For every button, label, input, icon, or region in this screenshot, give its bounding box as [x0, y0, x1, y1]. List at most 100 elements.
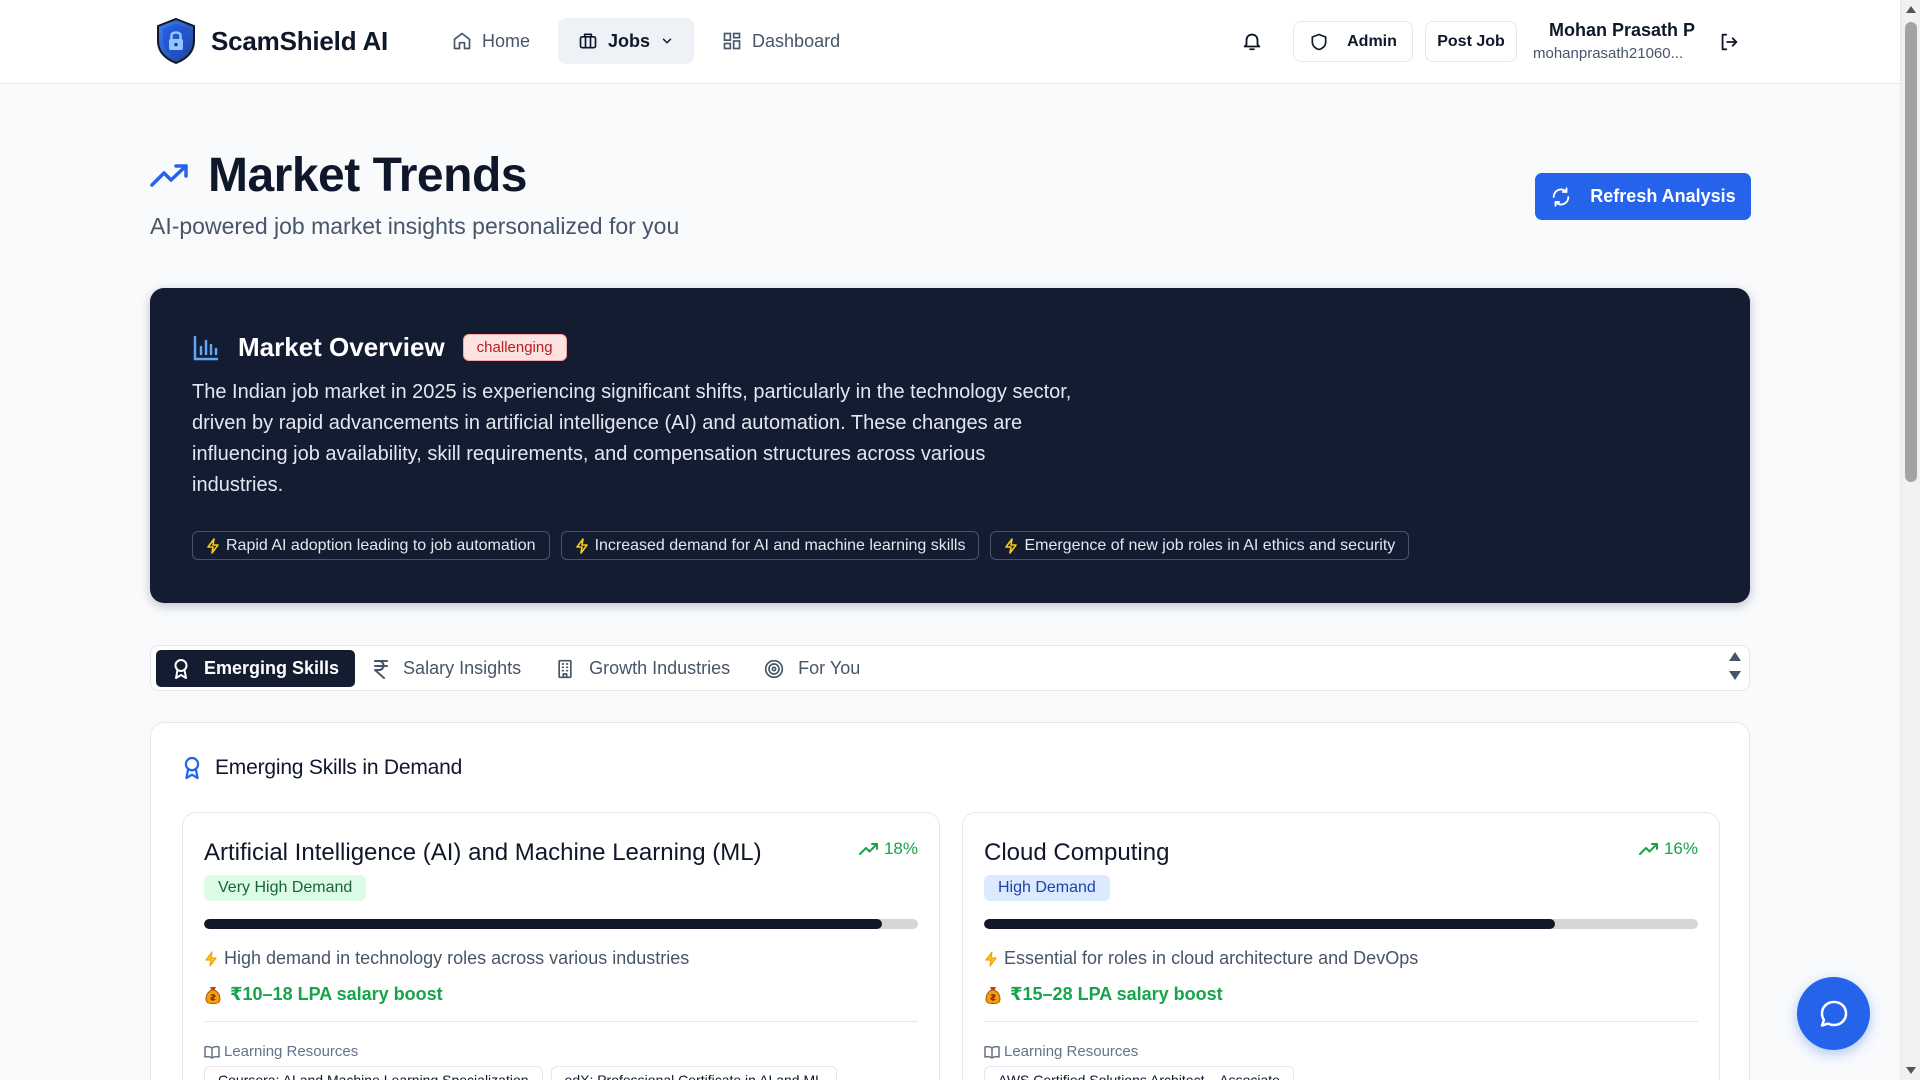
trending-up-icon — [858, 842, 879, 856]
post-job-button[interactable]: Post Job — [1425, 21, 1517, 62]
shield-logo-icon — [155, 17, 197, 65]
overview-tag: Rapid AI adoption leading to job automat… — [192, 531, 550, 560]
demand-progress-fill — [204, 919, 883, 929]
notifications-button[interactable] — [1241, 30, 1263, 52]
resource-list: Coursera: AI and Machine Learning Specia… — [204, 1066, 837, 1080]
nav-dashboard-label: Dashboard — [752, 30, 841, 51]
briefcase-icon — [578, 31, 598, 51]
chevron-down-icon — [660, 34, 674, 48]
resource-list: AWS Certified Solutions Architect – Asso… — [984, 1066, 1294, 1080]
overview-tag-label: Increased demand for AI and machine lear… — [594, 536, 966, 554]
award-icon — [182, 755, 202, 781]
page-title: Market Trends — [208, 149, 527, 202]
trending-up-icon — [150, 161, 190, 191]
salary-boost-text: ₹15–28 LPA salary boost — [1010, 984, 1223, 1004]
tab-label: For You — [798, 658, 861, 678]
skills-title: Emerging Skills in Demand — [215, 756, 463, 779]
tab-emerging-skills[interactable]: Emerging Skills — [156, 650, 356, 687]
brand[interactable]: ScamShield AI — [155, 17, 388, 65]
skill-description: High demand in technology roles across v… — [204, 948, 689, 969]
overview-tags: Rapid AI adoption leading to job automat… — [192, 531, 1410, 560]
demand-progress-fill — [984, 919, 1556, 929]
scroll-up-arrow[interactable] — [1906, 6, 1916, 13]
resource-link[interactable]: AWS Certified Solutions Architect – Asso… — [984, 1066, 1294, 1080]
nav-jobs[interactable]: Jobs — [558, 18, 695, 64]
tab-scroll-down[interactable] — [1729, 671, 1741, 680]
skill-description: Essential for roles in cloud architectur… — [984, 948, 1418, 969]
skill-title: Artificial Intelligence (AI) and Machine… — [204, 839, 762, 866]
demand-badge: Very High Demand — [204, 875, 367, 901]
bar-chart-icon — [192, 334, 220, 362]
lightning-icon — [1004, 537, 1018, 554]
refresh-icon — [1550, 186, 1572, 208]
post-job-label: Post Job — [1437, 32, 1505, 50]
tab-label: Emerging Skills — [204, 658, 340, 678]
tab-scroll-up[interactable] — [1729, 652, 1741, 661]
chat-bubble-icon — [1818, 998, 1850, 1030]
chat-assistant-button[interactable] — [1797, 977, 1870, 1050]
overview-title: Market Overview — [238, 332, 445, 362]
demand-progress-bar — [984, 919, 1698, 929]
overview-tag-label: Emergence of new job roles in AI ethics … — [1024, 536, 1396, 554]
market-status-badge: challenging — [462, 334, 567, 361]
tab-scroll-controls[interactable] — [1729, 652, 1741, 680]
scroll-thumb[interactable] — [1905, 22, 1917, 482]
trends-tabs: Emerging Skills Salary Insights Growth I… — [150, 645, 1750, 691]
skill-description-text: Essential for roles in cloud architectur… — [1004, 948, 1419, 968]
skill-card: Cloud Computing 16% High Demand Essentia… — [962, 812, 1720, 1080]
tab-salary-insights[interactable]: Salary Insights — [357, 650, 537, 687]
page-subtitle: AI-powered job market insights personali… — [150, 213, 680, 239]
card-divider — [984, 1021, 1698, 1022]
overview-header: Market Overview challenging — [192, 332, 567, 363]
user-name: Mohan Prasath P — [1548, 20, 1695, 40]
overview-tag: Increased demand for AI and machine lear… — [560, 531, 980, 560]
lightning-icon — [206, 537, 220, 554]
money-bag-icon — [984, 985, 1002, 1005]
user-profile[interactable]: Mohan Prasath P mohanprasath21060... — [1533, 20, 1695, 62]
lightning-icon — [204, 950, 218, 967]
demand-badge: High Demand — [984, 875, 1110, 901]
skill-growth-value: 16% — [1663, 839, 1698, 858]
tab-for-you[interactable]: For You — [748, 650, 876, 687]
trending-up-icon — [1638, 842, 1659, 856]
learning-resources-label: Learning Resources — [984, 1043, 1138, 1060]
tab-label: Salary Insights — [403, 658, 522, 678]
award-icon — [172, 658, 190, 680]
logout-icon — [1718, 31, 1740, 53]
admin-button[interactable]: Admin — [1293, 21, 1413, 62]
refresh-analysis-button[interactable]: Refresh Analysis — [1535, 173, 1751, 220]
tab-growth-industries[interactable]: Growth Industries — [539, 650, 746, 687]
market-overview-card: Market Overview challenging The Indian j… — [150, 288, 1750, 603]
target-icon — [764, 659, 784, 679]
skill-title: Cloud Computing — [984, 839, 1170, 866]
main-nav: Home Jobs Dashboard — [432, 18, 860, 64]
lightning-icon — [984, 950, 998, 967]
brand-name: ScamShield AI — [211, 25, 389, 56]
nav-dashboard[interactable]: Dashboard — [702, 18, 860, 64]
admin-label: Admin — [1347, 32, 1397, 50]
learning-resources-text: Learning Resources — [1004, 1043, 1139, 1060]
resource-link[interactable]: Coursera: AI and Machine Learning Specia… — [204, 1066, 543, 1080]
book-icon — [204, 1045, 220, 1059]
tab-list: Emerging Skills Salary Insights Growth I… — [156, 650, 876, 687]
learning-resources-text: Learning Resources — [224, 1043, 359, 1060]
page-scrollbar[interactable] — [1900, 0, 1920, 1080]
emerging-skills-section: Emerging Skills in Demand Artificial Int… — [150, 722, 1750, 1080]
skill-description-text: High demand in technology roles across v… — [224, 948, 690, 968]
resource-link[interactable]: edX: Professional Certificate in AI and … — [550, 1066, 837, 1080]
salary-boost: ₹10–18 LPA salary boost — [204, 984, 443, 1005]
skills-header: Emerging Skills in Demand — [182, 755, 462, 781]
logout-button[interactable] — [1718, 31, 1740, 53]
dashboard-grid-icon — [722, 31, 742, 51]
money-bag-icon — [204, 985, 222, 1005]
nav-home[interactable]: Home — [432, 18, 550, 64]
skill-card: Artificial Intelligence (AI) and Machine… — [182, 812, 940, 1080]
salary-boost-text: ₹10–18 LPA salary boost — [230, 984, 443, 1004]
top-header: ScamShield AI Home Jobs Dashboard Admin … — [0, 0, 1900, 84]
user-email: mohanprasath21060... — [1533, 45, 1684, 62]
nav-home-label: Home — [482, 30, 531, 51]
scroll-down-arrow[interactable] — [1906, 1067, 1916, 1074]
nav-jobs-label: Jobs — [608, 30, 651, 51]
skill-growth: 18% — [858, 839, 918, 859]
salary-boost: ₹15–28 LPA salary boost — [984, 984, 1223, 1005]
